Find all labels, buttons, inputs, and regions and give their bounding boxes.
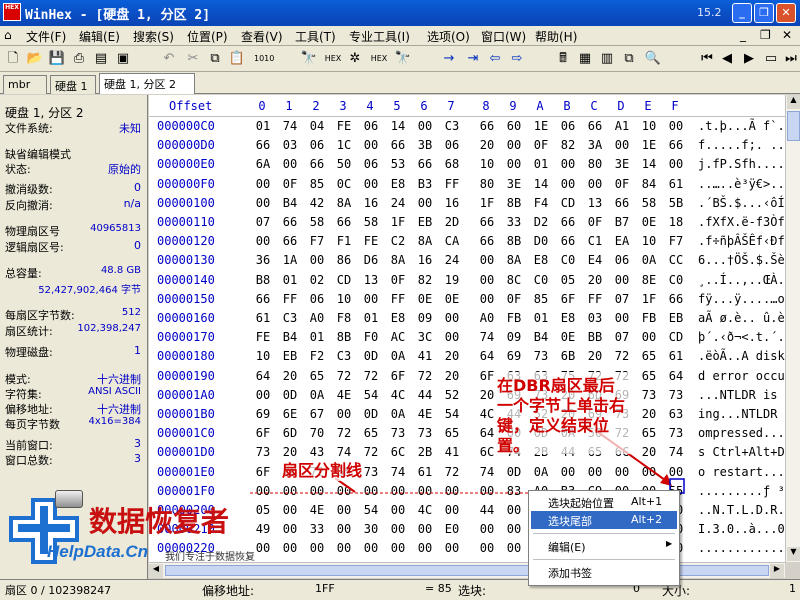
brand-en: HelpData.Cn — [47, 542, 149, 561]
ctx-block-end[interactable]: 选块尾部 Alt+2 — [531, 511, 677, 529]
ctx-add-bookmark[interactable]: 添加书签 — [531, 563, 677, 581]
sector-divider-label: 扇区分割线 — [282, 457, 363, 481]
submenu-arrow-icon: ▶ — [666, 539, 673, 548]
brand-cn: 数据恢复者 — [89, 505, 230, 538]
ctx-block-end-label: 选块尾部 — [548, 515, 592, 528]
context-menu: 选块起始位置 Alt+1 选块尾部 Alt+2 编辑(E) ▶ 添加书签 — [528, 490, 680, 586]
ctx-block-end-accel: Alt+2 — [631, 513, 663, 526]
ctx-add-bookmark-label: 添加书签 — [548, 567, 592, 580]
winhex-window: HEX WinHex - [硬盘 1, 分区 2] 15.2 _ ❐ ✕ ⌂ 文… — [0, 0, 800, 600]
dbr-note-line-4: 置。 — [497, 436, 530, 455]
brand-tagline: 我们专注于数据恢复 — [165, 552, 255, 563]
ctx-separator-2 — [533, 559, 675, 560]
ctx-edit-label: 编辑(E) — [548, 541, 586, 554]
dbr-note-box: 在DBR扇区最后 一个字节上单击右 键，定义结束位 置。 — [495, 372, 635, 455]
ctx-block-start-accel: Alt+1 — [631, 495, 663, 508]
hard-disk-icon — [55, 490, 83, 508]
ctx-block-start[interactable]: 选块起始位置 Alt+1 — [531, 493, 677, 511]
ctx-edit[interactable]: 编辑(E) ▶ — [531, 537, 677, 555]
ctx-separator-1 — [533, 533, 675, 534]
ctx-block-start-label: 选块起始位置 — [548, 497, 614, 510]
helpdata-watermark: 数据恢复者 HelpData.Cn 我们专注于数据恢复 — [5, 496, 275, 578]
